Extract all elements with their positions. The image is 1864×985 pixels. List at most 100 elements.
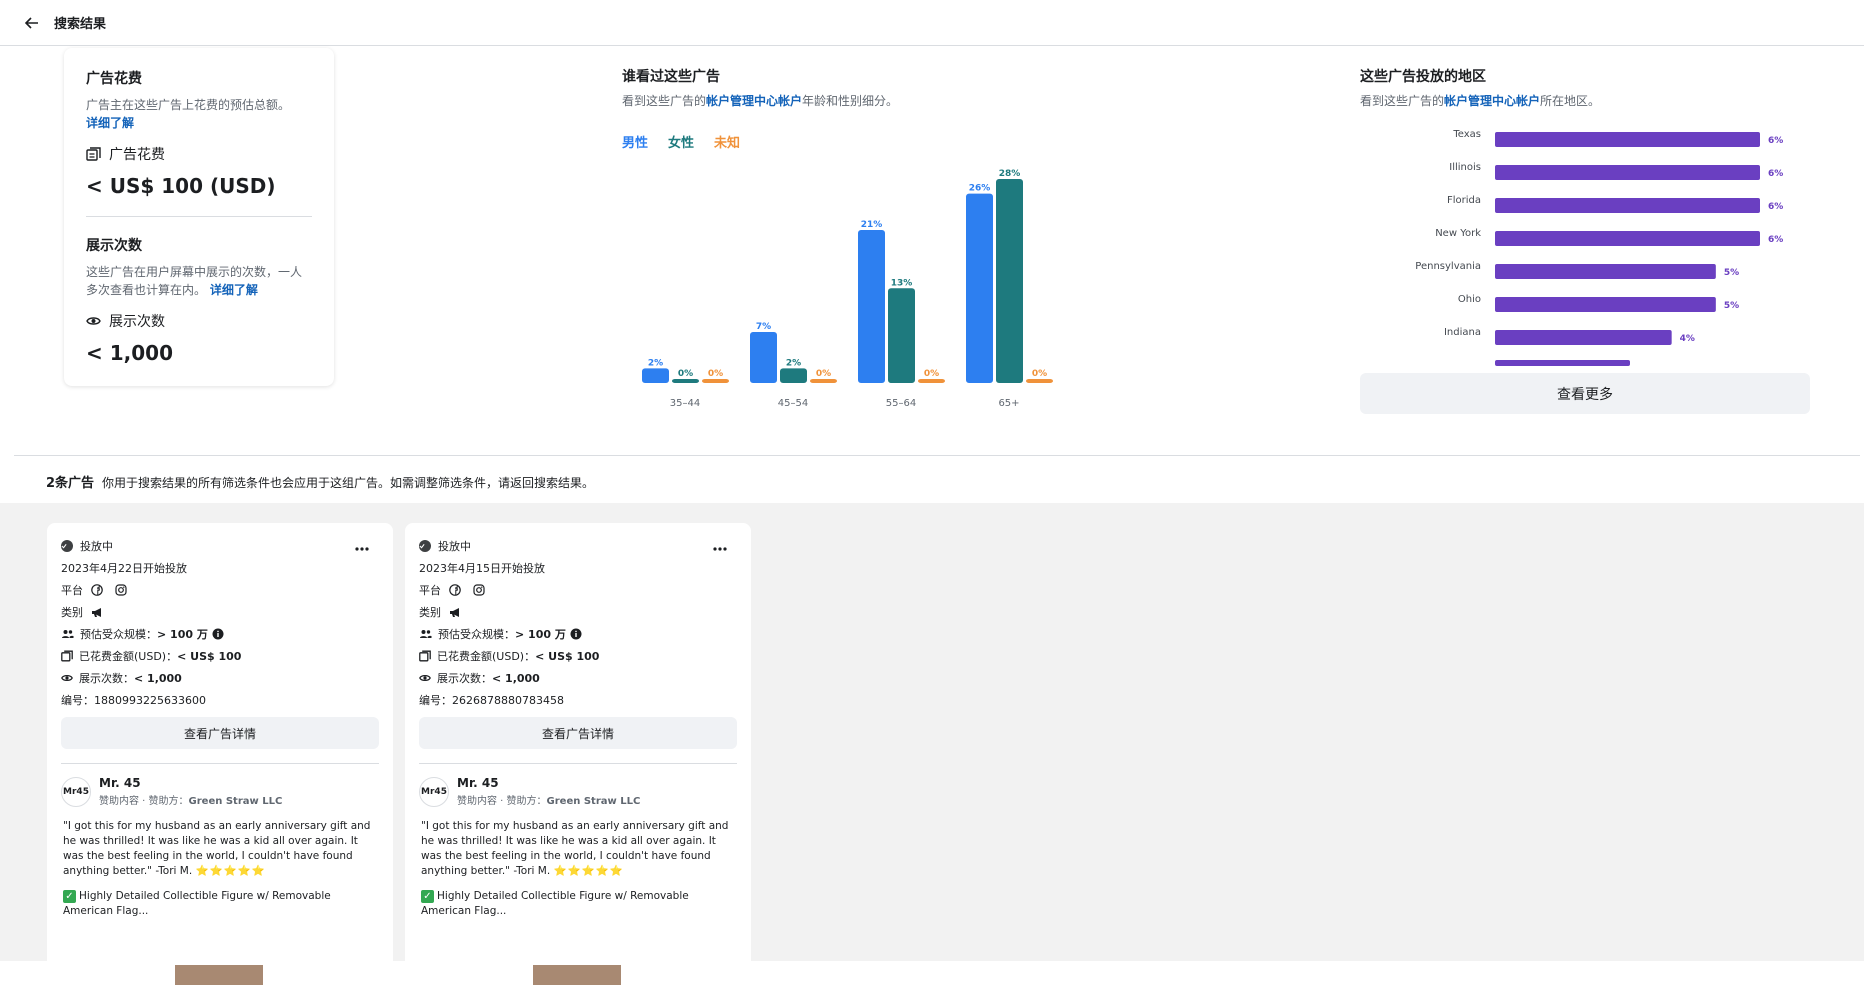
audience-value: > 100 万	[157, 628, 208, 641]
age-gender-chart: 2% 0% 0% 35–44 7% 2% 0% 45–54 21% 13% 0% 55–64 26% 28…	[642, 169, 1053, 409]
bar	[888, 288, 915, 383]
spend-metric-label: 广告花费	[86, 144, 312, 164]
see-ad-details-button[interactable]: 查看广告详情	[419, 717, 737, 749]
data-label: 0%	[708, 369, 723, 379]
people-icon	[420, 630, 432, 638]
audience-title: 谁看过这些广告	[622, 69, 720, 85]
sponsored-line: 赞助内容 · 赞助方：Green Straw LLC	[99, 792, 282, 807]
page-name[interactable]: Mr. 45	[99, 776, 282, 790]
bar	[858, 230, 885, 383]
bar	[996, 179, 1023, 383]
category-label: 类别	[61, 606, 83, 619]
audience-label: 预估受众规模：	[80, 628, 157, 641]
data-label: 6%	[1768, 202, 1783, 212]
impressions-desc: 这些广告在用户屏幕中展示的次数，一人多次查看也计算在内。 详细了解	[86, 263, 312, 299]
megaphone-icon	[450, 607, 459, 617]
tick-label: 55–64	[886, 398, 916, 409]
data-label: 13%	[891, 278, 913, 288]
results-count: 2条广告	[46, 476, 95, 491]
ad-id: 编号： 2626878880783458	[419, 689, 737, 711]
divider	[419, 763, 737, 764]
data-label: 21%	[861, 220, 883, 230]
category-label: 类别	[419, 606, 441, 619]
accounts-center-link[interactable]: 帐户管理中心帐户	[706, 94, 802, 108]
region-accounts-center-link[interactable]: 帐户管理中心帐户	[1444, 94, 1540, 108]
tick-label: Illinois	[1449, 162, 1481, 173]
impressions-learn-more-link[interactable]: 详细了解	[210, 283, 258, 297]
audience-section: 谁看过这些广告 看到这些广告的帐户管理中心帐户年龄和性别细分。	[622, 66, 898, 110]
avatar[interactable]: Mr45	[61, 776, 91, 807]
ad-text-product: Highly Detailed Collectible Figure w/ Re…	[421, 890, 689, 917]
data-label: 28%	[999, 169, 1021, 179]
back-arrow-icon[interactable]	[22, 13, 42, 33]
region-section: 这些广告投放的地区 看到这些广告的帐户管理中心帐户所在地区。	[1360, 66, 1600, 110]
data-label: 4%	[1680, 334, 1695, 344]
ad-image-thumbnail[interactable]	[175, 965, 263, 985]
bar	[702, 379, 729, 383]
more-options-icon[interactable]	[713, 541, 727, 554]
legend-male[interactable]: 男性	[622, 132, 648, 151]
see-ad-details-button[interactable]: 查看广告详情	[61, 717, 379, 749]
bar	[1495, 330, 1672, 345]
bar	[672, 379, 699, 383]
data-label: 6%	[1768, 169, 1783, 179]
bar	[1495, 264, 1716, 279]
region-chart: Texas 6% Illinois 6% Florida 6% New York 6% Penn…	[1415, 129, 1783, 366]
ad-impressions: 展示次数： < 1,000	[419, 667, 737, 689]
ad-text-product: Highly Detailed Collectible Figure w/ Re…	[63, 890, 331, 917]
data-label: 26%	[969, 184, 991, 194]
ad-start-date: 2023年4月15日开始投放	[419, 562, 545, 575]
check-circle-icon	[419, 540, 431, 552]
ad-id-value: 1880993225633600	[94, 693, 206, 707]
ad-image-thumbnail[interactable]	[533, 965, 621, 985]
info-icon[interactable]	[212, 628, 224, 640]
ad-spend-value: < US$ 100	[177, 649, 242, 663]
region-desc: 看到这些广告的帐户管理中心帐户所在地区。	[1360, 92, 1600, 110]
bar	[1495, 198, 1760, 213]
receipt-icon	[86, 147, 101, 161]
sponsored-label: 赞助内容 · 赞助方：	[457, 796, 547, 807]
facebook-icon	[449, 584, 461, 596]
audience-desc: 看到这些广告的帐户管理中心帐户年龄和性别细分。	[622, 92, 898, 110]
ad-body-text: "I got this for my husband as an early a…	[419, 819, 737, 879]
audience-desc-suffix: 年龄和性别细分。	[802, 94, 899, 108]
more-options-icon[interactable]	[355, 541, 369, 554]
advertiser-row: Mr45 Mr. 45 赞助内容 · 赞助方：Green Straw LLC	[419, 776, 737, 807]
spend-learn-more-link[interactable]: 详细了解	[86, 116, 134, 130]
tick-label: Ohio	[1458, 294, 1481, 305]
star-rating: ⭐⭐⭐⭐⭐	[195, 865, 266, 877]
page-name[interactable]: Mr. 45	[457, 776, 640, 790]
checkmark-icon: ✓	[63, 890, 76, 903]
ad-impressions-value: < 1,000	[492, 671, 540, 685]
ad-id-label: 编号：	[419, 694, 452, 707]
data-label: 5%	[1724, 301, 1739, 311]
legend-unknown[interactable]: 未知	[714, 132, 740, 151]
ad-impressions-value: < 1,000	[134, 671, 182, 685]
ad-platforms: 平台	[61, 579, 379, 601]
ad-audience: 预估受众规模： > 100 万	[419, 623, 737, 645]
bar-partial	[1495, 360, 1630, 366]
region-title: 这些广告投放的地区	[1360, 69, 1486, 85]
ad-impressions-label: 展示次数：	[79, 672, 134, 685]
avatar[interactable]: Mr45	[419, 776, 449, 807]
advertiser-row: Mr45 Mr. 45 赞助内容 · 赞助方：Green Straw LLC	[61, 776, 379, 807]
bar	[966, 193, 993, 383]
status-text: 投放中	[80, 540, 113, 553]
gender-legend: 男性 女性 未知	[622, 132, 740, 151]
ad-id: 编号： 1880993225633600	[61, 689, 379, 711]
tick-label: 65+	[998, 398, 1019, 409]
spend-desc-text: 广告主在这些广告上花费的预估总额。	[86, 98, 291, 112]
ad-impressions-label: 展示次数：	[437, 672, 492, 685]
bar	[918, 379, 945, 383]
data-label: 6%	[1768, 136, 1783, 146]
see-more-button[interactable]: 查看更多	[1360, 373, 1810, 414]
info-icon[interactable]	[570, 628, 582, 640]
ad-spend-label: 已花费金额(USD)：	[437, 650, 536, 663]
people-icon	[62, 630, 74, 638]
audience-value: > 100 万	[515, 628, 566, 641]
page-title: 搜索结果	[54, 17, 107, 32]
bar	[1495, 132, 1760, 147]
legend-female[interactable]: 女性	[668, 132, 694, 151]
ad-spend: 已花费金额(USD)： < US$ 100	[419, 645, 737, 667]
ad-category: 类别	[419, 601, 737, 623]
